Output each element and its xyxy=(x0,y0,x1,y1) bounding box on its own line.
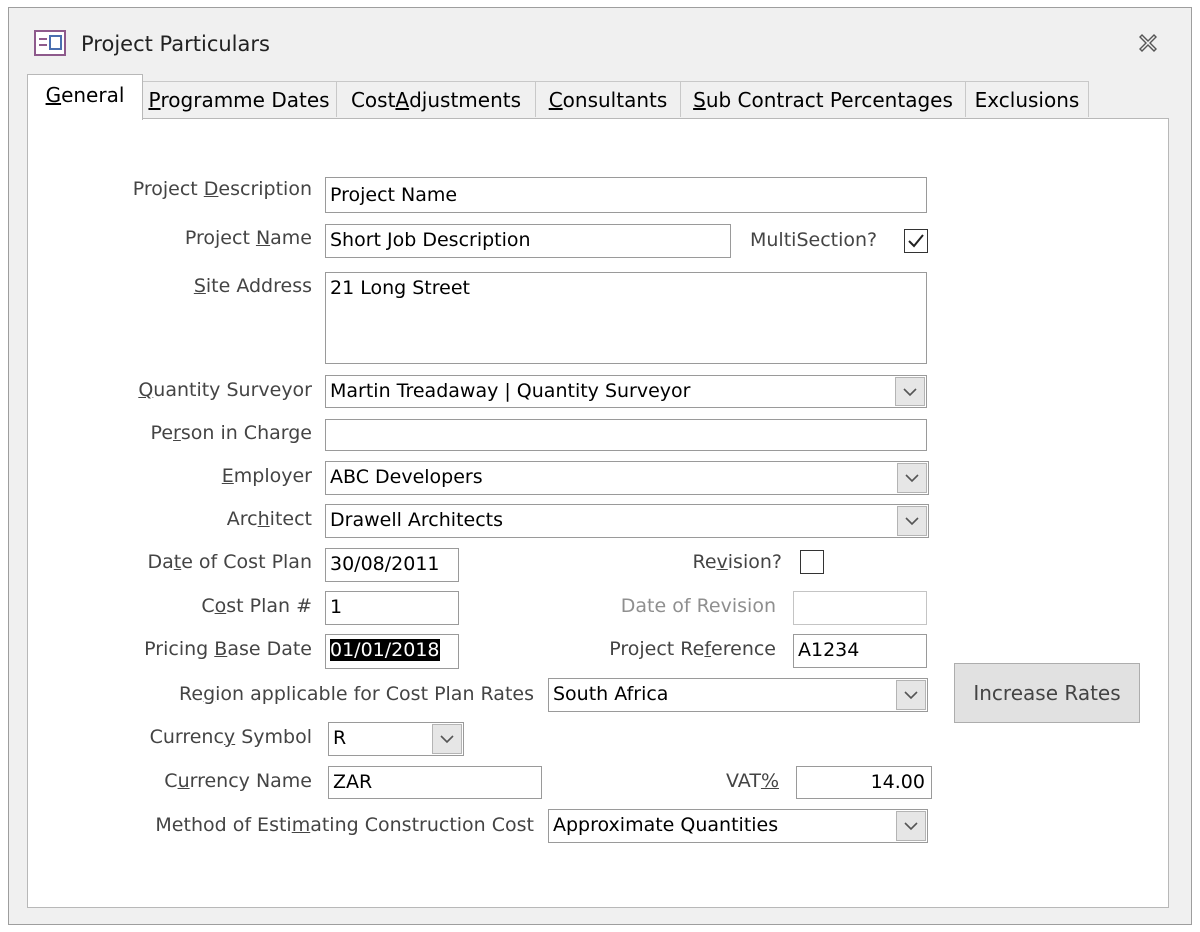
date-of-cost-plan-label: Date of Cost Plan xyxy=(147,551,312,573)
employer-select[interactable]: ABC Developers xyxy=(325,461,929,495)
chevron-down-icon xyxy=(903,387,917,396)
architect-label: Architect xyxy=(226,508,312,530)
currency-name-label: Currency Name xyxy=(164,770,312,792)
close-icon xyxy=(1139,34,1157,52)
pricing-base-date-field[interactable]: 01/01/2018 xyxy=(325,634,459,669)
chevron-down-icon xyxy=(904,822,918,831)
quantity-surveyor-select[interactable]: Martin Treadaway | Quantity Surveyor xyxy=(325,375,927,408)
tab-programme-dates[interactable]: Programme Dates xyxy=(141,81,337,117)
architect-value: Drawell Architects xyxy=(325,504,929,538)
project-reference-field[interactable]: A1234 xyxy=(793,634,927,668)
currency-symbol-label: Currency Symbol xyxy=(149,726,312,748)
form-icon xyxy=(34,30,66,56)
multisection-label: MultiSection? xyxy=(750,229,878,251)
employer-dropdown-button[interactable] xyxy=(897,463,927,493)
cost-plan-number-label: Cost Plan # xyxy=(201,595,312,617)
quantity-surveyor-dropdown-button[interactable] xyxy=(895,377,925,406)
chevron-down-icon xyxy=(440,735,454,744)
vat-label: VAT% xyxy=(726,770,779,792)
title-bar: Project Particulars xyxy=(9,8,1191,70)
chevron-down-icon xyxy=(904,691,918,700)
method-dropdown-button[interactable] xyxy=(896,811,926,841)
revision-checkbox[interactable] xyxy=(800,550,824,574)
date-of-revision-field xyxy=(793,591,927,625)
person-in-charge-label: Person in Charge xyxy=(150,422,312,444)
project-name-field[interactable]: Short Job Description xyxy=(325,224,731,258)
pricing-base-date-label: Pricing Base Date xyxy=(144,638,312,660)
date-of-cost-plan-field[interactable]: 30/08/2011 xyxy=(325,548,459,582)
tab-sub-contract-percentages[interactable]: Sub Contract Percentages xyxy=(680,81,966,117)
architect-select[interactable]: Drawell Architects xyxy=(325,504,929,538)
person-in-charge-field[interactable] xyxy=(325,419,927,451)
close-button[interactable] xyxy=(1135,30,1161,56)
chevron-down-icon xyxy=(905,517,919,526)
region-dropdown-button[interactable] xyxy=(896,680,926,710)
general-tab-content: Project Description Project Name Project… xyxy=(27,118,1169,908)
architect-dropdown-button[interactable] xyxy=(897,506,927,536)
site-address-field[interactable]: 21 Long Street xyxy=(325,272,927,364)
method-value: Approximate Quantities xyxy=(548,809,928,843)
region-label: Region applicable for Cost Plan Rates xyxy=(179,683,534,705)
method-label: Method of Estimating Construction Cost xyxy=(155,814,534,836)
tab-exclusions[interactable]: Exclusions xyxy=(965,81,1089,117)
cost-plan-number-field[interactable]: 1 xyxy=(325,591,459,625)
region-value: South Africa xyxy=(548,678,928,712)
tab-general[interactable]: General xyxy=(27,74,143,120)
employer-value: ABC Developers xyxy=(325,461,929,495)
tab-consultants[interactable]: Consultants xyxy=(535,81,681,117)
currency-symbol-select[interactable]: R xyxy=(328,722,464,756)
quantity-surveyor-label: Quantity Surveyor xyxy=(138,379,312,401)
currency-symbol-dropdown-button[interactable] xyxy=(432,724,462,754)
increase-rates-button[interactable]: Increase Rates xyxy=(954,663,1140,723)
project-reference-label: Project Reference xyxy=(609,638,776,660)
tab-cost-adjustments[interactable]: Cost Adjustments xyxy=(336,81,536,117)
revision-label: Revision? xyxy=(692,551,782,573)
project-description-field[interactable]: Project Name xyxy=(325,177,927,213)
currency-name-field[interactable]: ZAR xyxy=(328,766,542,799)
window-title: Project Particulars xyxy=(81,32,270,56)
site-address-label: Site Address xyxy=(193,275,312,297)
chevron-down-icon xyxy=(905,474,919,483)
employer-label: Employer xyxy=(221,465,312,487)
checkmark-icon xyxy=(908,234,924,248)
multisection-checkbox[interactable] xyxy=(904,229,928,253)
project-particulars-window: Project Particulars General Programme Da… xyxy=(8,7,1192,925)
quantity-surveyor-value: Martin Treadaway | Quantity Surveyor xyxy=(325,375,927,408)
method-select[interactable]: Approximate Quantities xyxy=(548,809,928,843)
project-description-label: Project Description xyxy=(132,178,312,200)
region-select[interactable]: South Africa xyxy=(548,678,928,712)
date-of-revision-label: Date of Revision xyxy=(620,595,776,617)
project-name-label: Project Name xyxy=(184,227,312,249)
pricing-base-date-selected-text: 01/01/2018 xyxy=(330,639,440,661)
vat-field[interactable]: 14.00 xyxy=(796,766,932,799)
